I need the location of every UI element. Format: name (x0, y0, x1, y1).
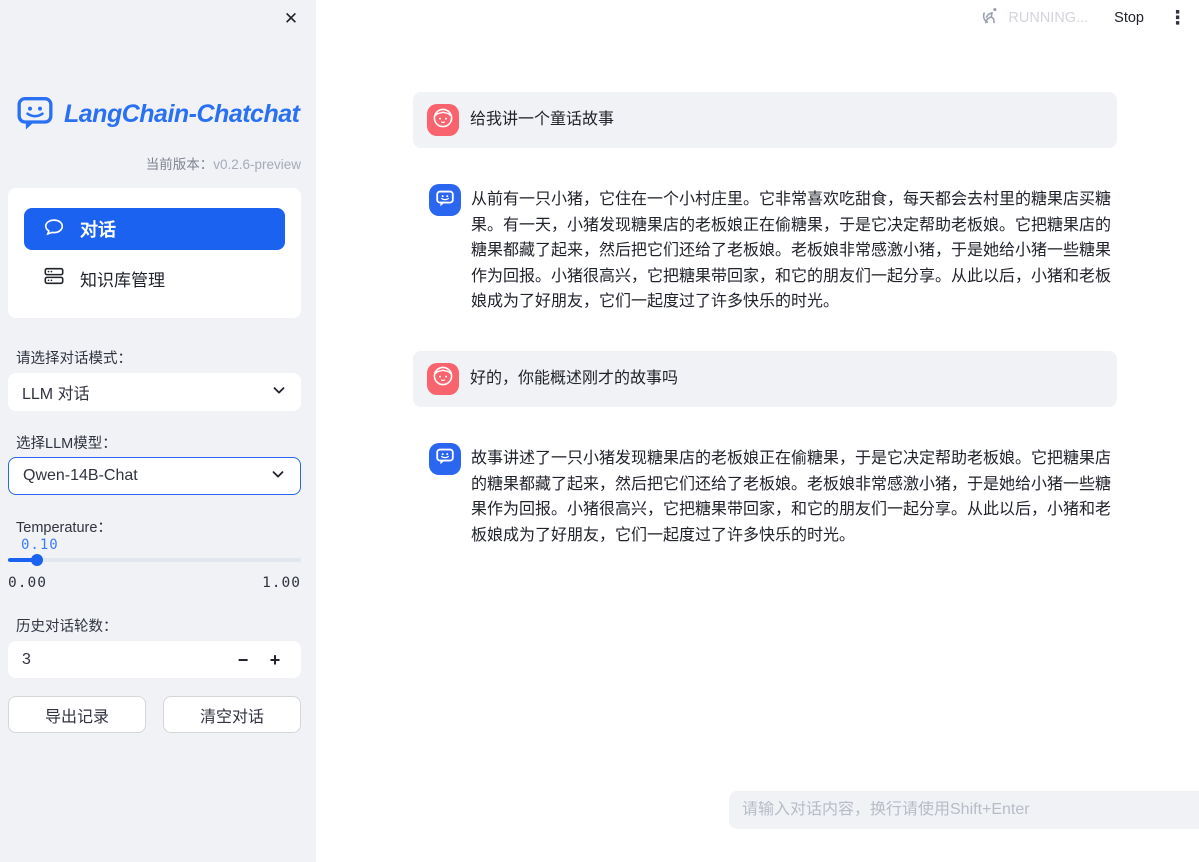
version-label: 当前版本： (146, 157, 214, 172)
llm-model-label: 选择LLM模型： (16, 432, 117, 453)
app-title: LangChain-Chatchat (64, 100, 299, 129)
history-rounds-stepper: − + (8, 641, 301, 678)
stop-button[interactable]: Stop (1114, 10, 1144, 26)
user-face-icon (431, 106, 455, 135)
avatar (429, 184, 461, 216)
message-text: 故事讲述了一只小猪发现糖果店的老板娘正在偷糖果，于是它决定帮助老板娘。它把糖果店… (471, 443, 1117, 548)
chat-input-bar (729, 791, 1199, 829)
message-text: 好的，你能概述刚才的故事吗 (470, 366, 678, 392)
sidebar-item-knowledge-base[interactable]: 知识库管理 (24, 258, 285, 298)
clear-dialogue-button[interactable]: 清空对话 (163, 696, 301, 733)
sidebar-item-label: 知识库管理 (80, 266, 165, 291)
chat-bubble-icon (434, 445, 456, 472)
chat-message-user: 给我讲一个童话故事 (413, 92, 1117, 148)
export-records-button[interactable]: 导出记录 (8, 696, 146, 733)
avatar (427, 363, 459, 395)
app-logo: LangChain-Chatchat (15, 92, 299, 137)
version-info: 当前版本：v0.2.6-preview (146, 153, 301, 173)
history-rounds-input[interactable] (22, 651, 227, 669)
version-value: v0.2.6-preview (213, 157, 301, 172)
sidebar: ✕ LangChain-Chatchat 当前版本：v0.2.6-preview… (0, 0, 316, 862)
dialogue-mode-select[interactable]: LLM 对话 (8, 373, 301, 411)
temperature-value: 0.10 (21, 537, 59, 553)
chat-message-assistant: 故事讲述了一只小猪发现糖果店的老板娘正在偷糖果，于是它决定帮助老板娘。它把糖果店… (413, 435, 1117, 548)
main-content: RUNNING... Stop ⋮ (316, 0, 1199, 862)
avatar (427, 104, 459, 136)
chevron-down-icon (269, 465, 287, 488)
llm-model-value: Qwen-14B-Chat (23, 467, 138, 485)
chat-message-user: 好的，你能概述刚才的故事吗 (413, 351, 1117, 407)
avatar (429, 443, 461, 475)
chat-message-assistant: 从前有一只小猪，它住在一个小村庄里。它非常喜欢吃甜食，每天都会去村里的糖果店买糖… (413, 176, 1117, 315)
dialogue-mode-value: LLM 对话 (22, 380, 90, 404)
nav-menu: 对话 知识库管理 (8, 188, 301, 318)
llm-model-select[interactable]: Qwen-14B-Chat (8, 457, 301, 495)
sidebar-item-dialogue[interactable]: 对话 (24, 208, 285, 250)
temperature-label: Temperature： (16, 516, 112, 537)
temperature-slider[interactable] (8, 558, 301, 562)
message-text: 从前有一只小猪，它住在一个小村庄里。它非常喜欢吃甜食，每天都会去村里的糖果店买糖… (471, 184, 1117, 315)
chat-bubble-icon (43, 216, 65, 243)
history-rounds-label: 历史对话轮数： (16, 615, 118, 636)
slider-max-label: 1.00 (262, 575, 301, 591)
message-text: 给我讲一个童话故事 (470, 107, 614, 133)
dialogue-mode-label: 请选择对话模式： (16, 347, 132, 368)
chevron-down-icon (270, 381, 288, 404)
slider-thumb[interactable] (31, 554, 43, 566)
chat-bubble-logo-icon (15, 92, 55, 137)
server-stack-icon (43, 265, 65, 292)
chat-input[interactable] (742, 801, 1199, 819)
user-face-icon (431, 364, 455, 393)
chat-bubble-icon (434, 187, 456, 214)
sidebar-close-icon[interactable]: ✕ (280, 8, 302, 30)
decrement-button[interactable]: − (227, 645, 259, 675)
slider-min-label: 0.00 (8, 575, 47, 591)
kebab-menu-icon[interactable]: ⋮ (1168, 7, 1187, 30)
sidebar-item-label: 对话 (80, 216, 116, 242)
increment-button[interactable]: + (259, 645, 291, 675)
chat-history: 给我讲一个童话故事 (413, 0, 1117, 584)
